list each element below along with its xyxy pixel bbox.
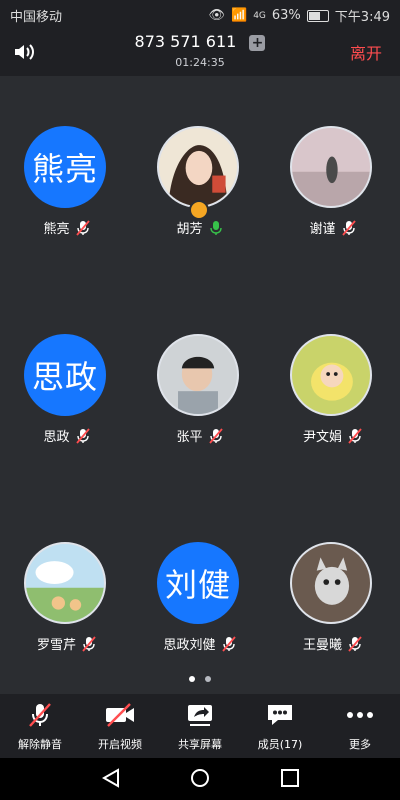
back-icon[interactable] bbox=[100, 767, 122, 789]
participant-tile[interactable]: 胡芳 bbox=[133, 82, 266, 282]
meeting-toolbar: 解除静音 开启视频 共享屏幕 成员(17) 更多 bbox=[0, 694, 400, 758]
participant-name: 罗雪芹 bbox=[36, 638, 76, 653]
mic-muted-icon bbox=[221, 635, 236, 652]
participant-grid: 熊亮 熊亮 胡芳 谢谨 思政 思政 张平 尹文娟 罗雪芹 刘健 思政刘健 王曼曦 bbox=[0, 82, 400, 690]
participant-name: 思政刘健 bbox=[163, 638, 216, 653]
recents-icon[interactable] bbox=[279, 767, 301, 789]
meeting-header: 873 571 611 + 01:24:35 离开 bbox=[0, 28, 400, 76]
network-label: 4G bbox=[253, 10, 266, 21]
page-dot[interactable] bbox=[205, 676, 211, 682]
mic-muted-icon bbox=[82, 635, 96, 652]
status-time: 下午3:49 bbox=[334, 10, 390, 25]
status-bar: 中国移动 👁 📶 4G 63% 下午3:49 bbox=[0, 0, 400, 28]
wifi-icon: 📶 bbox=[231, 8, 248, 23]
host-badge-icon bbox=[189, 200, 209, 220]
avatar: 刘健 bbox=[157, 542, 239, 624]
participant-tile[interactable]: 张平 bbox=[133, 290, 266, 490]
mic-muted-icon bbox=[208, 427, 223, 444]
participant-tile[interactable]: 罗雪芹 bbox=[0, 498, 133, 698]
mic-muted-icon bbox=[75, 427, 90, 444]
avatar bbox=[24, 542, 106, 624]
participant-name: 张平 bbox=[176, 430, 203, 445]
home-icon[interactable] bbox=[189, 767, 211, 789]
battery-percent: 63% bbox=[271, 8, 301, 23]
avatar bbox=[290, 126, 372, 208]
unmute-button[interactable]: 解除静音 bbox=[0, 694, 80, 758]
participant-tile[interactable]: 王曼曦 bbox=[266, 498, 399, 698]
avatar: 熊亮 bbox=[24, 126, 106, 208]
avatar bbox=[290, 542, 372, 624]
participant-tile[interactable]: 思政 思政 bbox=[0, 290, 133, 490]
participant-name: 尹文娟 bbox=[302, 430, 342, 445]
members-chat-icon bbox=[268, 705, 292, 725]
share-screen-button[interactable]: 共享屏幕 bbox=[160, 694, 240, 758]
mic-active-icon bbox=[209, 220, 222, 235]
mic-muted-icon bbox=[348, 635, 362, 652]
participant-name: 思政 bbox=[43, 430, 70, 445]
participant-tile[interactable]: 尹文娟 bbox=[266, 290, 399, 490]
carrier-label: 中国移动 bbox=[10, 10, 63, 25]
members-button[interactable]: 成员(17) bbox=[240, 694, 320, 758]
participant-tile[interactable]: 刘健 思政刘健 bbox=[133, 498, 266, 698]
participant-name: 熊亮 bbox=[43, 222, 70, 237]
more-button[interactable]: 更多 bbox=[320, 694, 400, 758]
battery-icon bbox=[306, 9, 329, 22]
start-video-button[interactable]: 开启视频 bbox=[80, 694, 160, 758]
leave-button[interactable]: 离开 bbox=[350, 40, 382, 64]
mic-muted-icon bbox=[348, 427, 362, 444]
participant-tile[interactable]: 熊亮 熊亮 bbox=[0, 82, 133, 282]
share-screen-icon bbox=[188, 705, 212, 726]
page-indicator bbox=[0, 676, 400, 682]
mic-muted-icon bbox=[341, 219, 356, 236]
meeting-id: 873 571 611 bbox=[134, 32, 237, 51]
avatar bbox=[290, 334, 372, 416]
participant-name: 王曼曦 bbox=[302, 638, 342, 653]
system-navbar bbox=[0, 758, 400, 800]
mic-muted-icon bbox=[75, 219, 90, 236]
video-off-icon bbox=[106, 703, 134, 727]
participant-name: 胡芳 bbox=[176, 222, 203, 237]
participant-tile[interactable]: 谢谨 bbox=[266, 82, 399, 282]
eye-icon: 👁 bbox=[208, 8, 225, 23]
meeting-duration: 01:24:35 bbox=[175, 56, 225, 69]
page-dot-active[interactable] bbox=[189, 676, 195, 682]
more-icon bbox=[347, 712, 373, 718]
mic-off-icon bbox=[29, 703, 51, 727]
participant-name: 谢谨 bbox=[309, 222, 336, 237]
avatar bbox=[157, 126, 239, 208]
avatar bbox=[157, 334, 239, 416]
avatar: 思政 bbox=[24, 334, 106, 416]
invite-plus-icon[interactable]: + bbox=[249, 34, 266, 51]
